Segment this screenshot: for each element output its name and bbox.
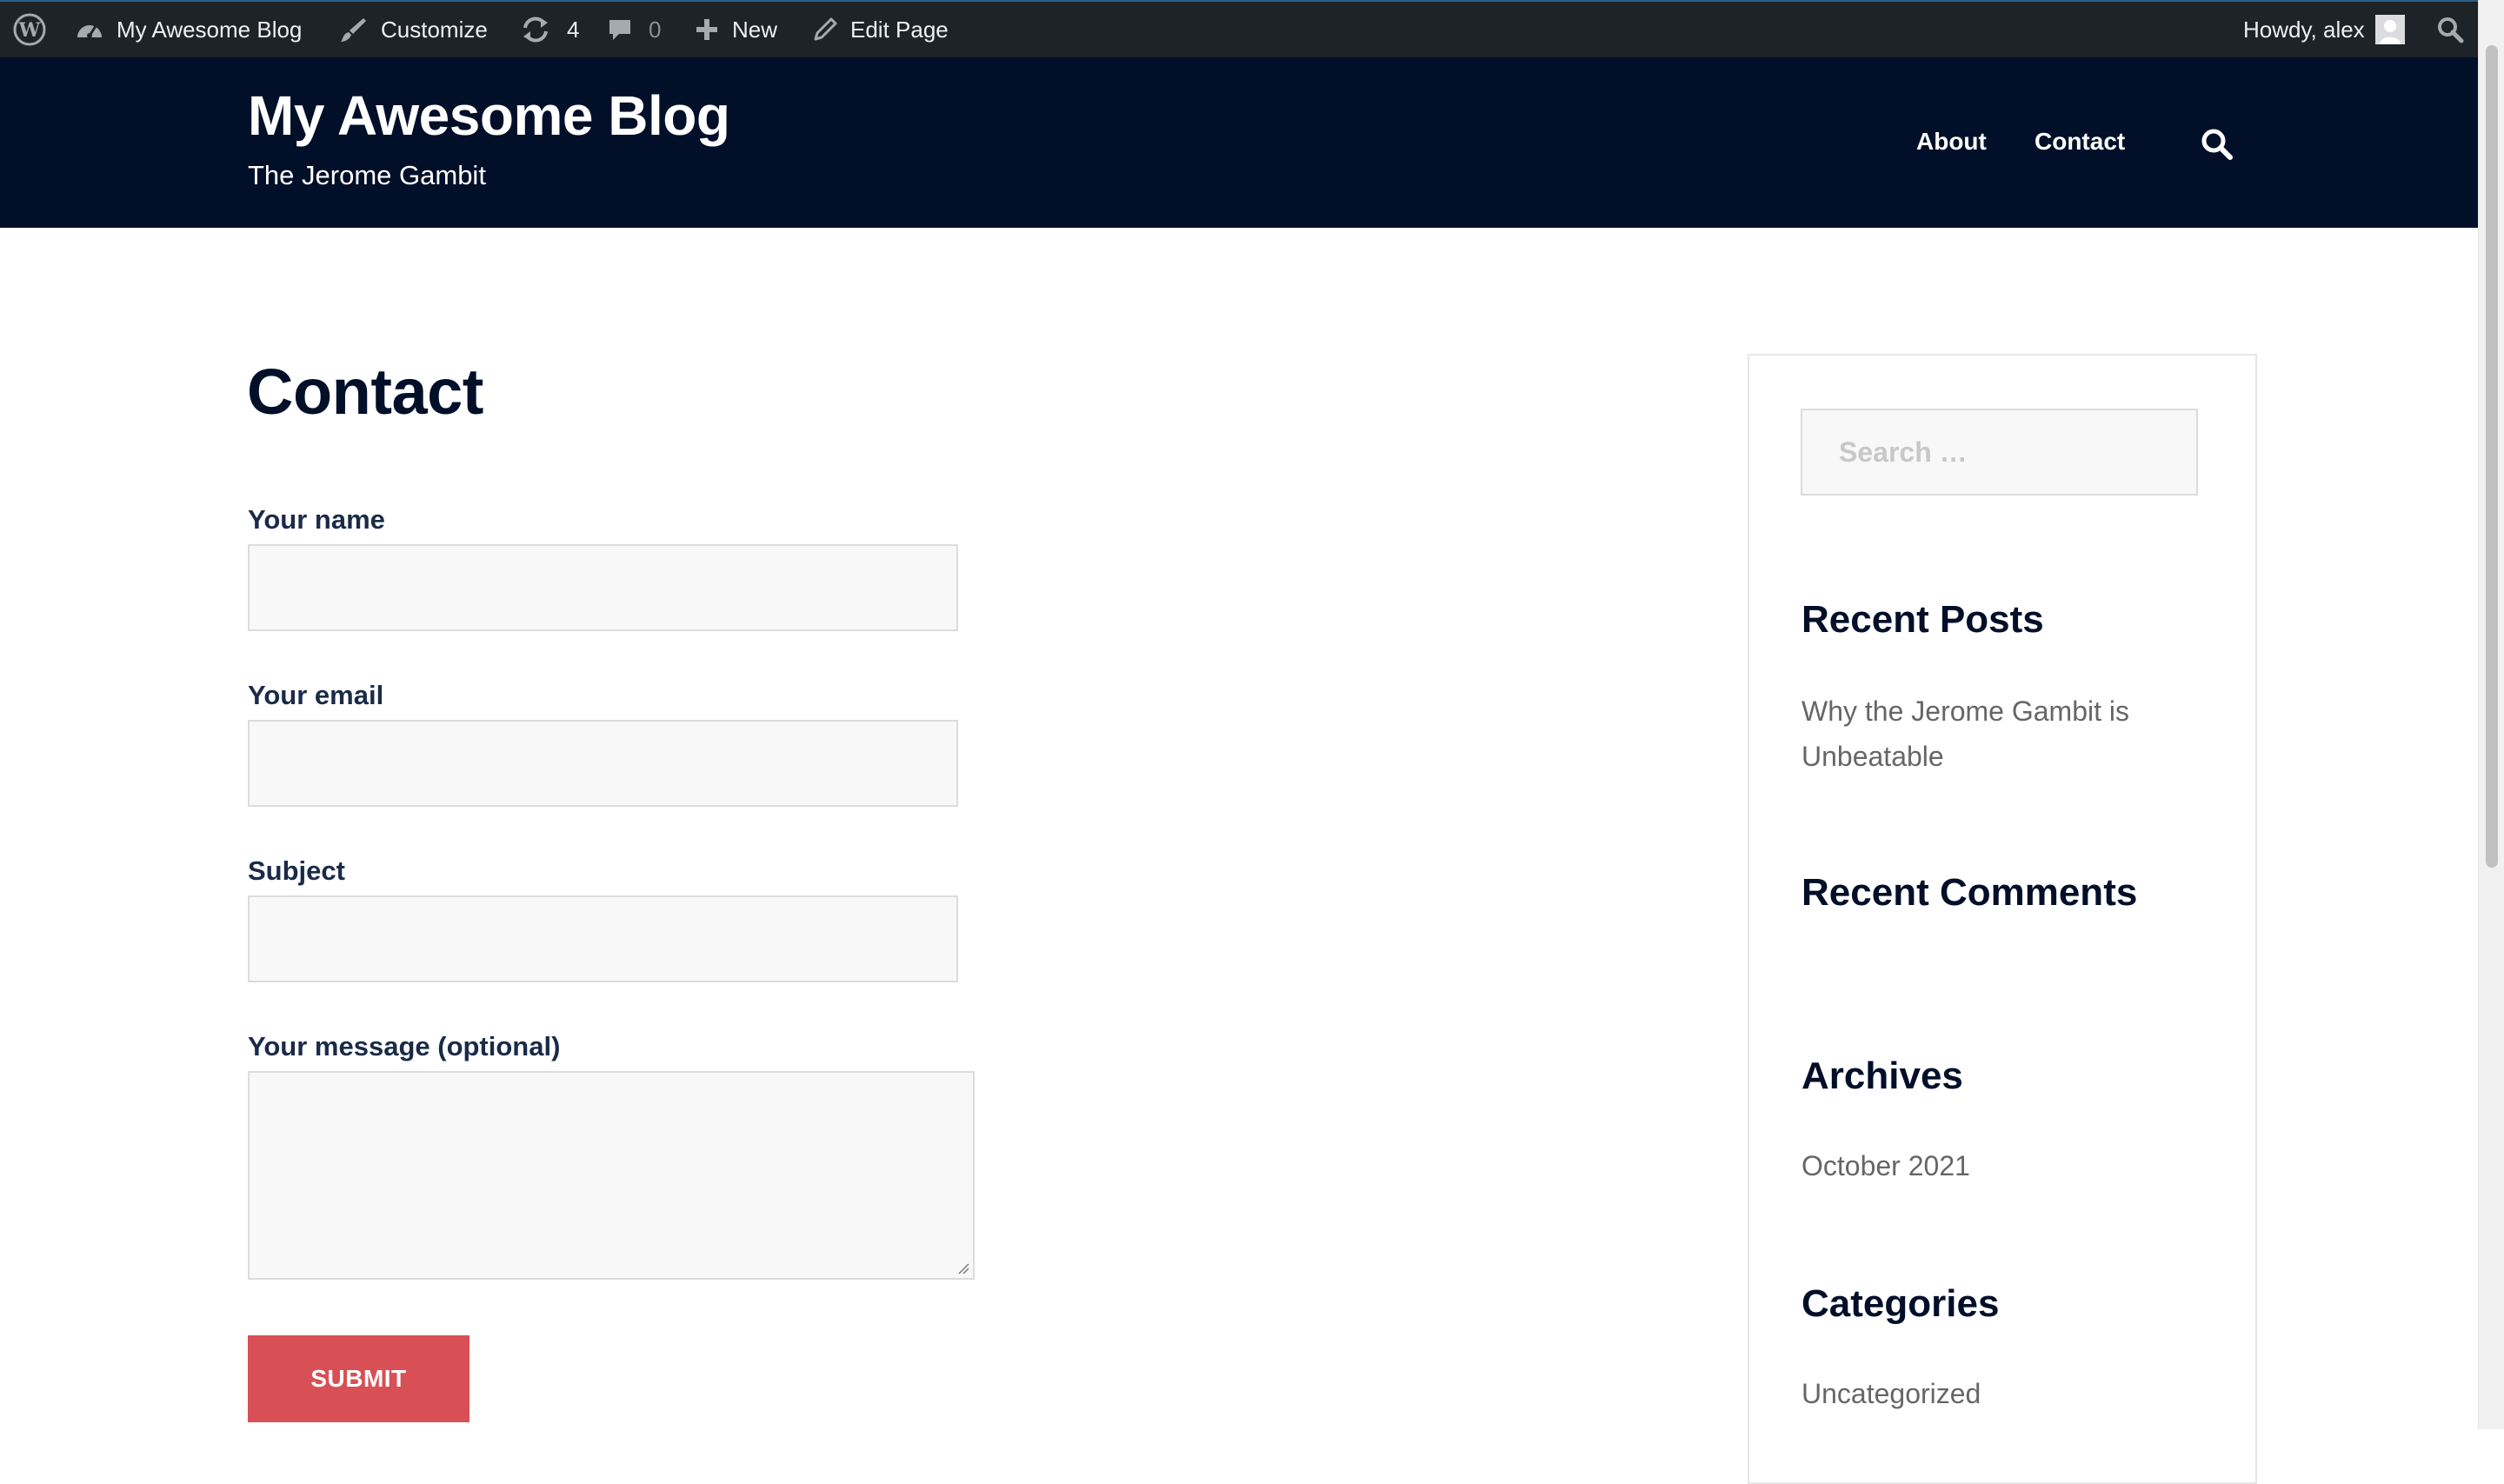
user-account-menu[interactable]: Howdy, alex xyxy=(2243,2,2405,57)
header-search-icon[interactable] xyxy=(2200,127,2234,162)
new-content-link[interactable]: New xyxy=(694,2,777,57)
archive-link[interactable]: October 2021 xyxy=(1801,1143,1970,1188)
plus-icon xyxy=(694,17,720,43)
paintbrush-icon xyxy=(339,15,369,44)
submit-button[interactable]: SUBMIT xyxy=(248,1335,470,1422)
subject-label: Subject xyxy=(248,855,345,886)
site-header: My Awesome Blog The Jerome Gambit About … xyxy=(0,57,2478,228)
sidebar-search-input[interactable]: Search … xyxy=(1801,409,2198,496)
edit-page-label: Edit Page xyxy=(850,16,949,43)
updates-link[interactable]: 4 xyxy=(520,2,579,57)
recent-post-link[interactable]: Why the Jerome Gambit is Unbeatable xyxy=(1801,689,2201,779)
recent-comments-title: Recent Comments xyxy=(1801,871,2138,914)
name-label: Your name xyxy=(248,504,385,535)
scrollbar-thumb[interactable] xyxy=(2486,45,2498,868)
message-textarea[interactable] xyxy=(248,1071,975,1280)
updates-count: 4 xyxy=(567,16,580,43)
categories-title: Categories xyxy=(1801,1282,2000,1325)
admin-site-name: My Awesome Blog xyxy=(117,16,303,43)
name-input[interactable] xyxy=(248,544,958,631)
site-menu[interactable]: My Awesome Blog xyxy=(75,2,302,57)
category-link[interactable]: Uncategorized xyxy=(1801,1371,1981,1416)
nav-about[interactable]: About xyxy=(1916,128,1987,156)
email-input[interactable] xyxy=(248,720,958,807)
email-label: Your email xyxy=(248,680,384,710)
dashboard-icon xyxy=(75,17,104,43)
admin-search-icon[interactable] xyxy=(2436,2,2464,57)
comments-link[interactable]: 0 xyxy=(607,2,661,57)
nav-contact[interactable]: Contact xyxy=(2034,128,2125,156)
admin-bar: W My Awesome Blog Customize 4 0 New Edit… xyxy=(0,0,2478,57)
archives-title: Archives xyxy=(1801,1055,1963,1097)
comment-bubble-icon xyxy=(607,17,633,43)
page-title: Contact xyxy=(247,356,483,428)
svg-text:W: W xyxy=(18,19,41,42)
avatar xyxy=(2374,15,2405,44)
subject-input[interactable] xyxy=(248,895,958,982)
howdy-label: Howdy, alex xyxy=(2243,16,2365,43)
recent-posts-title: Recent Posts xyxy=(1801,598,2044,641)
new-label: New xyxy=(732,16,778,43)
site-title[interactable]: My Awesome Blog xyxy=(248,83,730,148)
resize-grip-icon[interactable] xyxy=(957,1262,969,1274)
message-label: Your message (optional) xyxy=(248,1031,561,1061)
pencil-icon xyxy=(812,17,838,43)
comments-count: 0 xyxy=(649,16,662,43)
wordpress-logo-icon[interactable]: W xyxy=(12,2,47,57)
edit-page-link[interactable]: Edit Page xyxy=(812,2,949,57)
updates-icon xyxy=(520,16,551,43)
customize-link[interactable]: Customize xyxy=(339,2,488,57)
site-tagline: The Jerome Gambit xyxy=(248,160,486,190)
page-scrollbar[interactable] xyxy=(2478,0,2504,1429)
customize-label: Customize xyxy=(381,16,488,43)
